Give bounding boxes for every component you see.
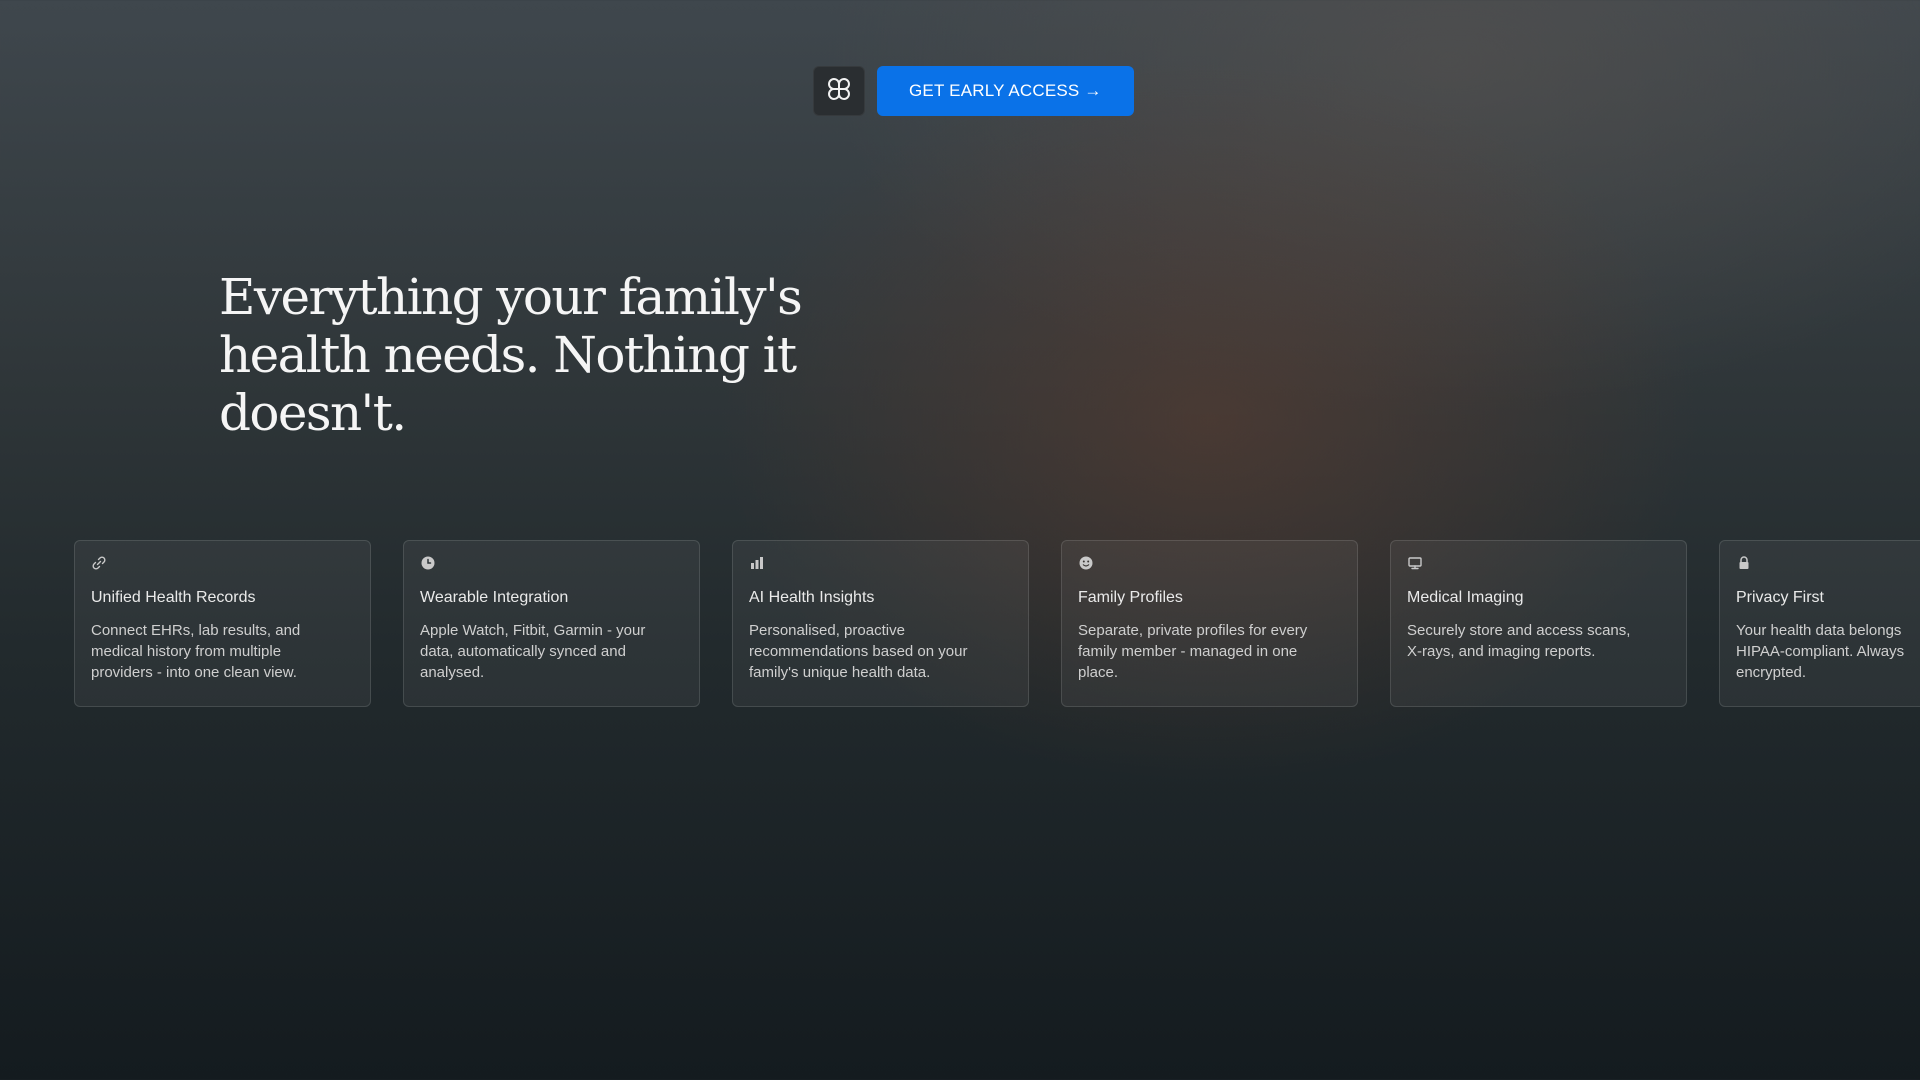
get-early-access-button[interactable]: GET EARLY ACCESS → (877, 66, 1134, 116)
feature-title: AI Health Insights (749, 589, 875, 606)
feature-card-medical-imaging: Medical Imaging Securely store and acces… (1390, 540, 1687, 707)
link-icon (91, 555, 107, 571)
feature-title: Wearable Integration (420, 589, 569, 606)
hero-headline: Everything your family's health needs. N… (219, 268, 939, 442)
feature-card-wearable-integration: Wearable Integration Apple Watch, Fitbit… (403, 540, 700, 707)
feature-description: Securely store and access scans, X-rays,… (1407, 622, 1631, 660)
hero-headline-line-2: health needs. Nothing it doesn't. (219, 326, 797, 442)
four-leaf-logo-icon (826, 76, 852, 107)
feature-title: Medical Imaging (1407, 589, 1524, 606)
feature-card-ai-health-insights: AI Health Insights Personalised, proacti… (732, 540, 1029, 707)
feature-description: Apple Watch, Fitbit, Garmin - your data,… (420, 622, 646, 681)
feature-card-privacy-first: Privacy First Your health data belongs H… (1719, 540, 1920, 707)
feature-title: Unified Health Records (91, 589, 256, 606)
smiley-icon (1078, 555, 1094, 571)
feature-cards: Unified Health Records Connect EHRs, lab… (74, 540, 1920, 707)
bar-chart-icon (749, 555, 765, 571)
feature-title: Family Profiles (1078, 589, 1183, 606)
lock-icon (1736, 555, 1752, 571)
hero-headline-line-1: Everything your family's (219, 268, 803, 326)
feature-description: Your health data belongs HIPAA-compliant… (1736, 622, 1905, 681)
feature-card-family-profiles: Family Profiles Separate, private profil… (1061, 540, 1358, 707)
top-bar: GET EARLY ACCESS → (813, 66, 1134, 116)
feature-description: Separate, private profiles for every fam… (1078, 622, 1308, 681)
feature-title: Privacy First (1736, 589, 1824, 606)
logo-button[interactable] (813, 66, 865, 116)
feature-card-unified-health-records: Unified Health Records Connect EHRs, lab… (74, 540, 371, 707)
monitor-icon (1407, 555, 1423, 571)
feature-description: Connect EHRs, lab results, and medical h… (91, 622, 301, 681)
feature-description: Personalised, proactive recommendations … (749, 622, 968, 681)
clock-icon (420, 555, 436, 571)
